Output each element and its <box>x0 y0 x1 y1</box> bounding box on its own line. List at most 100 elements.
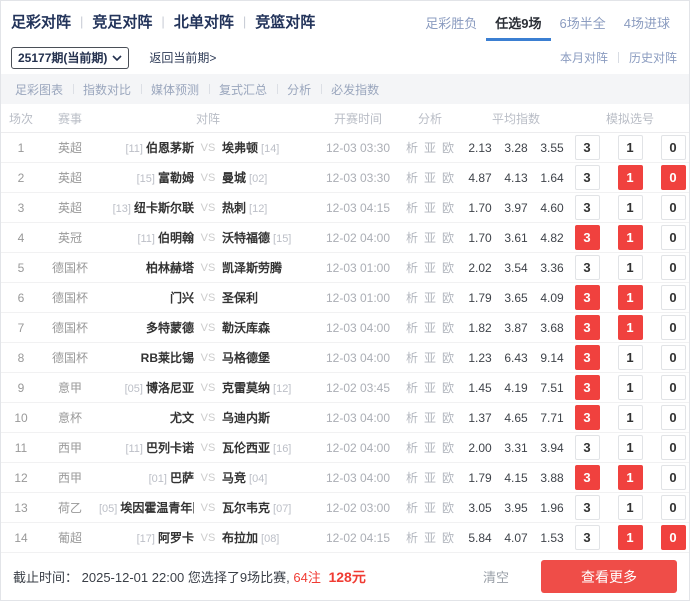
nav-jingzu-duizhen[interactable]: 竞足对阵 <box>92 11 152 32</box>
analysis-link[interactable]: 亚 <box>424 351 436 365</box>
pick-button-3[interactable]: 3 <box>575 225 600 250</box>
analysis-link[interactable]: 亚 <box>424 381 436 395</box>
pick-button-0[interactable]: 0 <box>661 195 686 220</box>
analysis-link[interactable]: 析 <box>406 201 418 215</box>
pick-button-0[interactable]: 0 <box>661 315 686 340</box>
pick-button-0[interactable]: 0 <box>661 285 686 310</box>
analysis-link[interactable]: 析 <box>406 261 418 275</box>
analysis-link[interactable]: 析 <box>406 231 418 245</box>
pick-button-3[interactable]: 3 <box>575 435 600 460</box>
analysis-link[interactable]: 析 <box>406 501 418 515</box>
pick-button-0[interactable]: 0 <box>661 135 686 160</box>
analysis-link[interactable]: 亚 <box>424 471 436 485</box>
pick-button-1[interactable]: 1 <box>618 465 643 490</box>
pick-button-0[interactable]: 0 <box>661 375 686 400</box>
pick-button-1[interactable]: 1 <box>618 495 643 520</box>
pick-button-1[interactable]: 1 <box>618 195 643 220</box>
subnav-media-predict[interactable]: 媒体预测 <box>141 81 209 98</box>
pick-button-0[interactable]: 0 <box>661 525 686 550</box>
pick-button-3[interactable]: 3 <box>575 375 600 400</box>
clear-button[interactable]: 清空 <box>483 567 509 586</box>
pick-button-1[interactable]: 1 <box>618 225 643 250</box>
history-matches-link[interactable]: 历史对阵 <box>629 49 677 66</box>
analysis-link[interactable]: 析 <box>406 411 418 425</box>
pick-button-3[interactable]: 3 <box>575 135 600 160</box>
pick-button-3[interactable]: 3 <box>575 345 600 370</box>
pick-button-0[interactable]: 0 <box>661 405 686 430</box>
pick-button-1[interactable]: 1 <box>618 285 643 310</box>
pick-button-0[interactable]: 0 <box>661 495 686 520</box>
pick-button-3[interactable]: 3 <box>575 285 600 310</box>
pick-button-1[interactable]: 1 <box>618 525 643 550</box>
subnav-zucai-chart[interactable]: 足彩图表 <box>5 81 73 98</box>
analysis-link[interactable]: 欧 <box>442 411 454 425</box>
analysis-link[interactable]: 亚 <box>424 261 436 275</box>
pick-button-3[interactable]: 3 <box>575 525 600 550</box>
analysis-link[interactable]: 亚 <box>424 441 436 455</box>
analysis-link[interactable]: 析 <box>406 321 418 335</box>
pick-button-1[interactable]: 1 <box>618 435 643 460</box>
pick-button-1[interactable]: 1 <box>618 315 643 340</box>
analysis-link[interactable]: 亚 <box>424 531 436 545</box>
pick-button-0[interactable]: 0 <box>661 225 686 250</box>
analysis-link[interactable]: 欧 <box>442 531 454 545</box>
period-select[interactable]: 25177期(当前期) <box>11 47 129 69</box>
analysis-link[interactable]: 欧 <box>442 471 454 485</box>
view-more-button[interactable]: 查看更多 <box>541 560 677 593</box>
subnav-bifa-index[interactable]: 必发指数 <box>321 81 389 98</box>
analysis-link[interactable]: 欧 <box>442 351 454 365</box>
tab-renxuan-9chang[interactable]: 任选9场 <box>486 1 550 41</box>
tab-zucai-shengfu[interactable]: 足彩胜负 <box>416 1 486 41</box>
pick-button-0[interactable]: 0 <box>661 255 686 280</box>
analysis-link[interactable]: 欧 <box>442 231 454 245</box>
back-to-current-link[interactable]: 返回当前期> <box>149 49 216 66</box>
pick-button-1[interactable]: 1 <box>618 405 643 430</box>
analysis-link[interactable]: 亚 <box>424 291 436 305</box>
tab-4chang-jinqiu[interactable]: 4场进球 <box>615 1 679 41</box>
pick-button-1[interactable]: 1 <box>618 345 643 370</box>
nav-jinglan-duizhen[interactable]: 竞篮对阵 <box>255 11 315 32</box>
analysis-link[interactable]: 欧 <box>442 261 454 275</box>
subnav-fushi-summary[interactable]: 复式汇总 <box>209 81 277 98</box>
pick-button-3[interactable]: 3 <box>575 315 600 340</box>
analysis-link[interactable]: 亚 <box>424 411 436 425</box>
pick-button-3[interactable]: 3 <box>575 165 600 190</box>
pick-button-0[interactable]: 0 <box>661 345 686 370</box>
analysis-link[interactable]: 析 <box>406 441 418 455</box>
subnav-index-compare[interactable]: 指数对比 <box>73 81 141 98</box>
analysis-link[interactable]: 亚 <box>424 171 436 185</box>
analysis-link[interactable]: 欧 <box>442 291 454 305</box>
analysis-link[interactable]: 析 <box>406 291 418 305</box>
pick-button-0[interactable]: 0 <box>661 465 686 490</box>
analysis-link[interactable]: 欧 <box>442 141 454 155</box>
pick-button-3[interactable]: 3 <box>575 405 600 430</box>
pick-button-1[interactable]: 1 <box>618 255 643 280</box>
pick-button-3[interactable]: 3 <box>575 195 600 220</box>
analysis-link[interactable]: 亚 <box>424 231 436 245</box>
analysis-link[interactable]: 析 <box>406 351 418 365</box>
analysis-link[interactable]: 欧 <box>442 441 454 455</box>
nav-beidan-duizhen[interactable]: 北单对阵 <box>174 11 234 32</box>
pick-button-1[interactable]: 1 <box>618 165 643 190</box>
month-matches-link[interactable]: 本月对阵 <box>560 49 608 66</box>
pick-button-3[interactable]: 3 <box>575 495 600 520</box>
tab-6chang-banquan[interactable]: 6场半全 <box>551 1 615 41</box>
analysis-link[interactable]: 亚 <box>424 321 436 335</box>
nav-zucai-duizhen[interactable]: 足彩对阵 <box>11 11 71 32</box>
analysis-link[interactable]: 析 <box>406 531 418 545</box>
analysis-link[interactable]: 欧 <box>442 321 454 335</box>
analysis-link[interactable]: 欧 <box>442 501 454 515</box>
analysis-link[interactable]: 欧 <box>442 201 454 215</box>
pick-button-3[interactable]: 3 <box>575 255 600 280</box>
subnav-analysis[interactable]: 分析 <box>277 81 321 98</box>
analysis-link[interactable]: 析 <box>406 471 418 485</box>
analysis-link[interactable]: 析 <box>406 171 418 185</box>
analysis-link[interactable]: 亚 <box>424 141 436 155</box>
analysis-link[interactable]: 析 <box>406 381 418 395</box>
pick-button-0[interactable]: 0 <box>661 435 686 460</box>
pick-button-0[interactable]: 0 <box>661 165 686 190</box>
analysis-link[interactable]: 亚 <box>424 501 436 515</box>
analysis-link[interactable]: 亚 <box>424 201 436 215</box>
analysis-link[interactable]: 欧 <box>442 381 454 395</box>
analysis-link[interactable]: 析 <box>406 141 418 155</box>
